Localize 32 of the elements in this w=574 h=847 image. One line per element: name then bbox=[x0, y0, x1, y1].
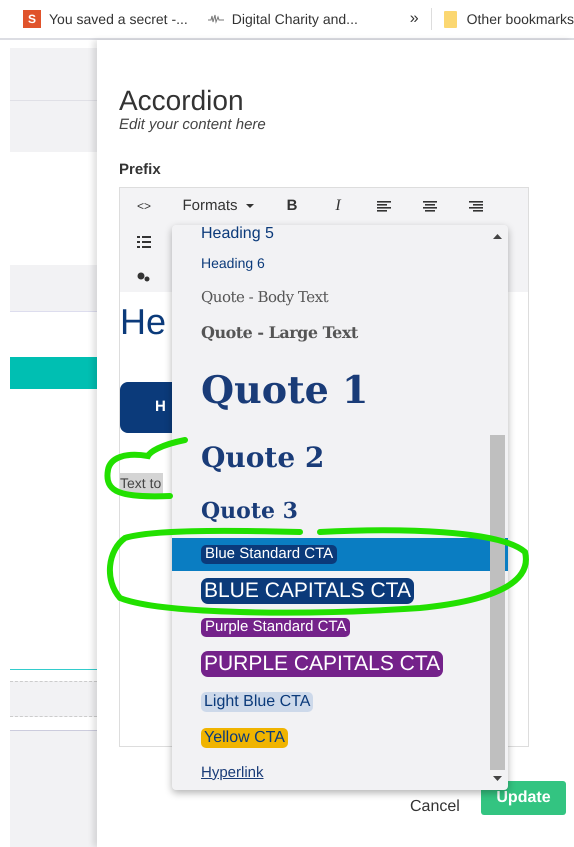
content-text: Text to bbox=[120, 473, 164, 494]
format-option[interactable]: BLUE CAPITALS CTA bbox=[172, 571, 508, 611]
format-option[interactable]: Heading 5 bbox=[172, 225, 508, 247]
format-option[interactable]: Quote - Large Text bbox=[172, 314, 508, 352]
other-bookmarks[interactable]: Other bookmarks bbox=[444, 8, 574, 30]
scrollbar[interactable] bbox=[490, 233, 505, 783]
align-left-icon[interactable] bbox=[377, 200, 391, 212]
format-option[interactable]: Purple Standard CTA bbox=[172, 611, 508, 644]
format-option[interactable]: Heading 6 bbox=[172, 247, 508, 280]
format-option[interactable]: Quote 3 bbox=[172, 486, 508, 538]
align-center-icon[interactable] bbox=[423, 200, 437, 212]
format-option[interactable]: Yellow CTA bbox=[172, 720, 508, 756]
site-favicon: S bbox=[23, 10, 41, 28]
scrollbar-thumb[interactable] bbox=[490, 435, 505, 770]
content-heading: He bbox=[120, 300, 166, 344]
scroll-up-icon[interactable] bbox=[493, 234, 502, 239]
folder-icon bbox=[444, 10, 457, 28]
format-option[interactable]: Light Blue CTA bbox=[172, 684, 508, 720]
list-icon[interactable] bbox=[137, 236, 151, 248]
field-label: Prefix bbox=[119, 160, 161, 180]
format-option[interactable]: Quote - Body Text bbox=[172, 280, 508, 314]
cancel-button[interactable]: Cancel bbox=[410, 792, 460, 822]
bookmark[interactable]: S You saved a secret -... bbox=[23, 8, 188, 30]
bookmark[interactable]: Digital Charity and... bbox=[208, 8, 358, 30]
more-bookmarks-button[interactable]: » bbox=[410, 7, 419, 31]
format-option[interactable]: Blue Standard CTA bbox=[172, 538, 508, 571]
caret-icon bbox=[246, 204, 254, 208]
modal-subtitle: Edit your content here bbox=[119, 115, 266, 135]
align-right-icon[interactable] bbox=[469, 200, 483, 212]
modal-title: Accordion bbox=[119, 84, 244, 118]
format-option[interactable]: PURPLE CAPITALS CTA bbox=[172, 644, 508, 684]
wave-icon bbox=[208, 14, 224, 24]
